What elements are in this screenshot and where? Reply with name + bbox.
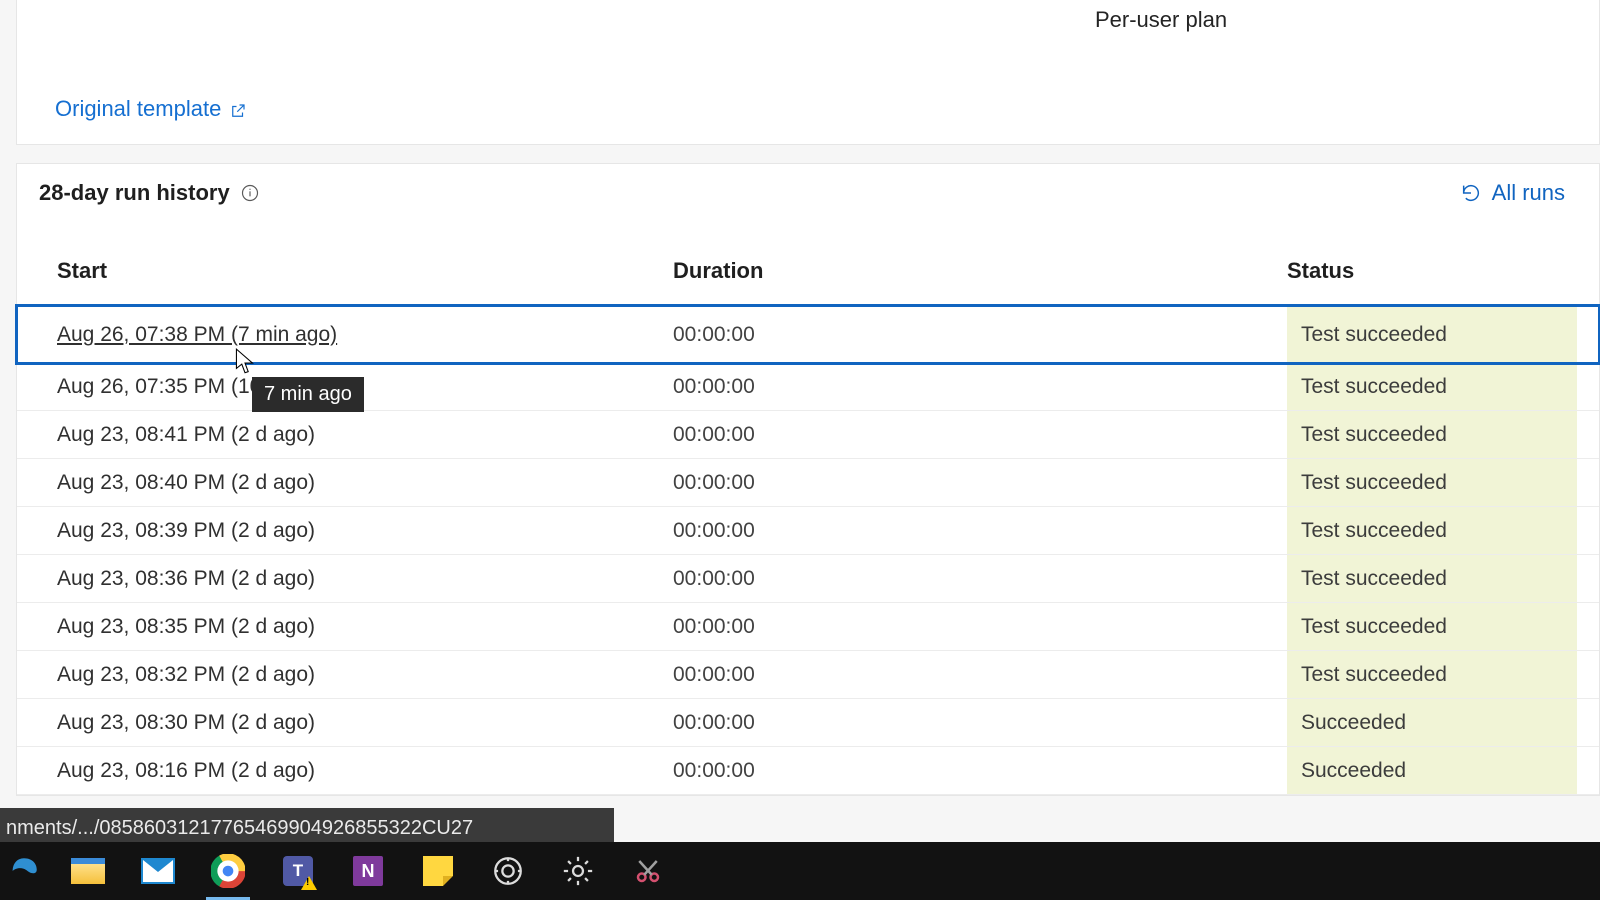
cell-start[interactable]: Aug 23, 08:35 PM (2 d ago) <box>17 615 625 639</box>
table-row[interactable]: Aug 23, 08:35 PM (2 d ago)00:00:00Test s… <box>17 603 1599 651</box>
table-row[interactable]: Aug 26, 07:38 PM (7 min ago)00:00:00Test… <box>17 306 1599 363</box>
cell-duration: 00:00:00 <box>625 615 1227 639</box>
original-template-link[interactable]: Original template <box>55 96 247 122</box>
run-history-panel: 28-day run history All runs Start Durati… <box>16 163 1600 796</box>
cell-status: Test succeeded <box>1227 507 1599 554</box>
cell-duration: 00:00:00 <box>625 759 1227 783</box>
run-history-title: 28-day run history <box>39 180 230 206</box>
taskbar-obs-icon[interactable] <box>478 845 538 897</box>
cell-status: Succeeded <box>1227 699 1599 746</box>
original-template-text: Original template <box>55 96 221 122</box>
table-row[interactable]: Aug 23, 08:16 PM (2 d ago)00:00:00Succee… <box>17 747 1599 795</box>
cell-status: Test succeeded <box>1227 555 1599 602</box>
cell-start[interactable]: Aug 23, 08:40 PM (2 d ago) <box>17 471 625 495</box>
all-runs-label: All runs <box>1492 180 1565 206</box>
open-external-icon <box>229 100 247 118</box>
cell-duration: 00:00:00 <box>625 471 1227 495</box>
table-row[interactable]: Aug 23, 08:41 PM (2 d ago)00:00:00Test s… <box>17 411 1599 459</box>
table-header: Start Duration Status <box>17 244 1599 306</box>
hover-tooltip: 7 min ago <box>252 377 364 412</box>
col-start[interactable]: Start <box>17 258 625 284</box>
cell-duration: 00:00:00 <box>625 663 1227 687</box>
table-row[interactable]: Aug 23, 08:40 PM (2 d ago)00:00:00Test s… <box>17 459 1599 507</box>
cell-status: Test succeeded <box>1227 411 1599 458</box>
cell-status: Test succeeded <box>1227 364 1599 410</box>
all-runs-link[interactable]: All runs <box>1460 180 1577 206</box>
cell-duration: 00:00:00 <box>625 711 1227 735</box>
taskbar-edge-icon[interactable] <box>0 845 48 897</box>
col-duration[interactable]: Duration <box>625 258 1227 284</box>
cell-duration: 00:00:00 <box>625 323 1227 347</box>
taskbar-onenote-icon[interactable]: N <box>338 845 398 897</box>
cell-duration: 00:00:00 <box>625 519 1227 543</box>
cell-duration: 00:00:00 <box>625 423 1227 447</box>
top-info-panel: Per-user plan Original template <box>16 0 1600 145</box>
cell-start[interactable]: Aug 26, 07:38 PM (7 min ago) <box>17 323 625 347</box>
cell-status: Test succeeded <box>1227 603 1599 650</box>
cell-duration: 00:00:00 <box>625 567 1227 591</box>
windows-taskbar: T N <box>0 842 1600 900</box>
cell-start[interactable]: Aug 23, 08:41 PM (2 d ago) <box>17 423 625 447</box>
col-status[interactable]: Status <box>1227 258 1599 284</box>
cell-start[interactable]: Aug 23, 08:39 PM (2 d ago) <box>17 519 625 543</box>
taskbar-teams-icon[interactable]: T <box>268 845 328 897</box>
info-icon[interactable] <box>240 183 260 203</box>
table-row[interactable]: Aug 23, 08:32 PM (2 d ago)00:00:00Test s… <box>17 651 1599 699</box>
table-row[interactable]: Aug 23, 08:36 PM (2 d ago)00:00:00Test s… <box>17 555 1599 603</box>
taskbar-chrome-icon[interactable] <box>198 845 258 897</box>
cell-status: Test succeeded <box>1227 651 1599 698</box>
cell-status: Succeeded <box>1227 747 1599 794</box>
taskbar-snipping-tool-icon[interactable] <box>618 845 678 897</box>
run-history-table: Start Duration Status Aug 26, 07:38 PM (… <box>17 244 1599 795</box>
refresh-icon <box>1460 182 1482 204</box>
taskbar-sticky-notes-icon[interactable] <box>408 845 468 897</box>
cell-status: Test succeeded <box>1227 306 1599 363</box>
taskbar-mail-icon[interactable] <box>128 845 188 897</box>
cell-start[interactable]: Aug 23, 08:32 PM (2 d ago) <box>17 663 625 687</box>
cell-duration: 00:00:00 <box>625 375 1227 399</box>
cell-start[interactable]: Aug 23, 08:30 PM (2 d ago) <box>17 711 625 735</box>
cell-start[interactable]: Aug 23, 08:36 PM (2 d ago) <box>17 567 625 591</box>
cell-status: Test succeeded <box>1227 459 1599 506</box>
cell-start[interactable]: Aug 23, 08:16 PM (2 d ago) <box>17 759 625 783</box>
table-row[interactable]: Aug 23, 08:39 PM (2 d ago)00:00:00Test s… <box>17 507 1599 555</box>
taskbar-file-explorer-icon[interactable] <box>58 845 118 897</box>
plan-label: Per-user plan <box>1095 7 1227 33</box>
table-row[interactable]: Aug 23, 08:30 PM (2 d ago)00:00:00Succee… <box>17 699 1599 747</box>
taskbar-settings-icon[interactable] <box>548 845 608 897</box>
